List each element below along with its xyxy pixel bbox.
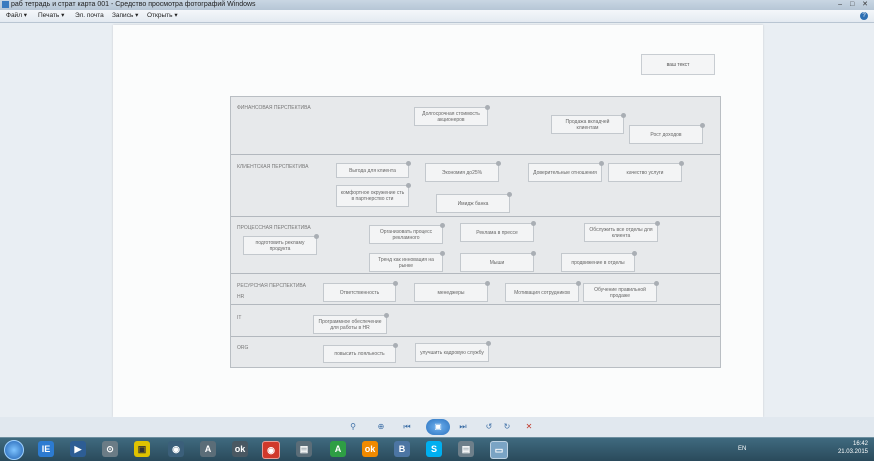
slideshow-button[interactable]: ▣ — [426, 419, 450, 435]
strategy-box: Экономия до25% — [425, 161, 501, 182]
notebook-icon[interactable]: ▤ — [458, 441, 474, 457]
clock[interactable]: 16:42 21.03.2015 — [838, 440, 868, 456]
strategy-box: Мотивация сотрудников — [505, 281, 581, 302]
skype-icon[interactable]: A — [200, 441, 216, 457]
section-title: IT — [237, 315, 242, 321]
scanned-paper: ваш текст ФИНАНСОВАЯ ПЕРСПЕКТИВА КЛИЕНТС… — [113, 25, 763, 417]
media-player-icon[interactable]: ▶ — [70, 441, 86, 457]
strategy-box: Ответственность — [323, 281, 398, 302]
delete-icon[interactable]: ✕ — [524, 422, 534, 432]
strategy-box: Программное обеспечение для работы в HR — [313, 313, 389, 334]
disk-icon[interactable]: ⊙ — [102, 441, 118, 457]
strategy-box: улучшить кадровую службу — [415, 341, 491, 362]
a-icon[interactable]: A — [330, 441, 346, 457]
window-controls: – □ ✕ — [838, 0, 868, 10]
odnoklassniki-icon[interactable]: ok — [362, 441, 378, 457]
strategy-box: Имидж банка — [436, 192, 512, 213]
strategy-box: Продажа вкладчей клиентам — [551, 113, 626, 134]
clock-date: 21.03.2015 — [837, 449, 868, 455]
strategy-box: Реклама в прессе — [460, 221, 536, 242]
menu-file[interactable]: Файл ▾ — [6, 10, 27, 22]
strategy-map: ФИНАНСОВАЯ ПЕРСПЕКТИВА КЛИЕНТСКАЯ ПЕРСПЕ… — [230, 96, 721, 368]
minimize-button[interactable]: – — [838, 1, 842, 8]
section-subtitle: HR — [237, 294, 245, 300]
skype-app-icon[interactable]: S — [426, 441, 442, 457]
note-box: ваш текст — [641, 54, 715, 75]
strategy-box: качество услуги — [608, 161, 684, 182]
language-indicator[interactable]: EN — [738, 446, 746, 452]
zoom-icon[interactable]: ⚲ — [348, 422, 358, 432]
section-title: КЛИЕНТСКАЯ ПЕРСПЕКТИВА — [237, 164, 309, 170]
taskbar: IE ▶ ⊙ ▣ ◉ A ok ◉ ▤ A ok B S ▤ ▭ EN 16:4… — [0, 437, 874, 461]
menu-burn[interactable]: Запись ▾ — [112, 10, 138, 22]
strategy-box: подготовить рекламу продукта — [243, 234, 319, 255]
help-icon[interactable]: ? — [860, 12, 868, 20]
section-title: РЕСУРСНАЯ ПЕРСПЕКТИВА — [237, 283, 306, 289]
menu-email[interactable]: Эл. почта — [75, 10, 104, 22]
close-button[interactable]: ✕ — [862, 1, 868, 8]
strategy-box: Доверительные отношения — [528, 161, 604, 182]
ie-icon[interactable]: IE — [38, 441, 54, 457]
rotate-left-icon[interactable]: ↺ — [484, 422, 494, 432]
maximize-button[interactable]: □ — [850, 1, 854, 8]
section-title: ORG — [237, 345, 249, 351]
strategy-box: Обучение правильной продаже — [583, 281, 659, 302]
strategy-box: Рост доходов — [629, 123, 705, 144]
chrome-icon[interactable]: ◉ — [262, 441, 280, 459]
strategy-box: Мыши — [460, 251, 536, 272]
vk-icon[interactable]: B — [394, 441, 410, 457]
strategy-box: Организовать процесс рекламного — [369, 223, 445, 244]
menu-print[interactable]: Печать ▾ — [38, 10, 64, 22]
strategy-box: Тренд как инновация на рынке — [369, 251, 445, 272]
band-it: IT — [231, 305, 720, 337]
viewer-controls-bar: ⚲ ⊕ ⏮ ▣ ⏭ ↺ ↻ ✕ — [0, 417, 874, 437]
title-bar: раб тетрадь и страт карта 001 - Средство… — [0, 0, 874, 10]
section-title: ПРОЦЕССНАЯ ПЕРСПЕКТИВА — [237, 225, 311, 231]
photo-viewer-icon[interactable]: ▭ — [490, 441, 508, 459]
files-icon[interactable]: ▤ — [296, 441, 312, 457]
window-title: раб тетрадь и страт карта 001 - Средство… — [11, 1, 256, 8]
section-title: ФИНАНСОВАЯ ПЕРСПЕКТИВА — [237, 105, 311, 111]
strategy-box: Долгосрочная стоимость акционеров — [414, 105, 490, 126]
menu-bar: Файл ▾ Печать ▾ Эл. почта Запись ▾ Откры… — [0, 10, 874, 23]
rotate-right-icon[interactable]: ↻ — [502, 422, 512, 432]
previous-icon[interactable]: ⏮ — [402, 422, 412, 432]
strategy-box: комфортное окружение сть в партнерство с… — [336, 183, 411, 207]
viewer-controls: ⚲ ⊕ ⏮ ▣ ⏭ ↺ ↻ ✕ — [338, 419, 538, 435]
actual-size-icon[interactable]: ⊕ — [376, 422, 386, 432]
strategy-box: продвижение в отделы — [561, 251, 637, 272]
photo-viewer-area: ваш текст ФИНАНСОВАЯ ПЕРСПЕКТИВА КЛИЕНТС… — [0, 23, 874, 417]
media-app-icon[interactable]: ▣ — [134, 441, 150, 457]
clock-time: 16:42 — [852, 441, 868, 447]
app-icon — [2, 1, 9, 8]
strategy-box: Обслужить все отделы для клиента — [584, 221, 660, 242]
start-button[interactable] — [4, 440, 24, 460]
next-icon[interactable]: ⏭ — [458, 422, 468, 432]
menu-open[interactable]: Открыть ▾ — [147, 10, 178, 22]
strategy-box: Выгода для клиента — [336, 161, 411, 178]
opera-icon[interactable]: ◉ — [168, 441, 184, 457]
monitor-icon[interactable]: ok — [232, 441, 248, 457]
strategy-box: менеджеры — [414, 281, 490, 302]
strategy-box: повысить лояльность — [323, 343, 398, 363]
